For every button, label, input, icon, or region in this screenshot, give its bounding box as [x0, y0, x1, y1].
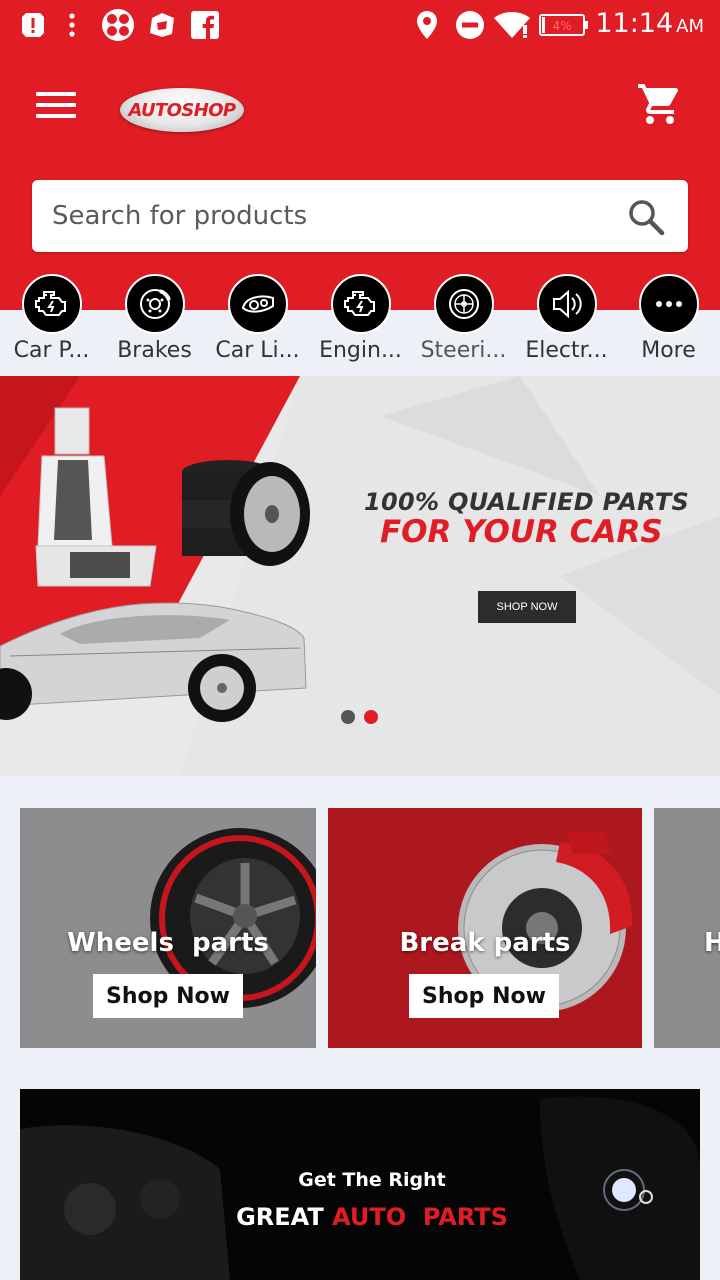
- facebook-icon: [190, 10, 220, 40]
- category-cards-carousel: Wheels parts Shop Now Break parts Shop N…: [0, 808, 720, 1048]
- do-not-disturb-icon: [454, 10, 486, 40]
- status-bar: 4% 11:14 AM: [0, 0, 720, 50]
- engine-icon: [331, 274, 391, 334]
- category-label: Car P...: [13, 338, 90, 363]
- logo-text: AUTOSHOP: [128, 99, 236, 121]
- tires-illustration: [182, 460, 310, 566]
- clock-text: 11:14: [595, 8, 674, 39]
- banner-headline-line1: 100% QUALIFIED PARTS: [364, 488, 690, 516]
- category-electrical[interactable]: Electr...: [515, 274, 618, 374]
- banner-artwork: [0, 376, 720, 776]
- category-car-parts[interactable]: Car P...: [0, 274, 103, 374]
- bag-app-icon: [146, 10, 178, 40]
- brake-disc-icon: [125, 274, 185, 334]
- card-title: H: [704, 928, 720, 958]
- headlight-icon: [228, 274, 288, 334]
- promo-banner[interactable]: Get The Right GREAT AUTO PARTS: [20, 1089, 700, 1280]
- hero-banner[interactable]: 100% QUALIFIED PARTS FOR YOUR CARS SHOP …: [0, 376, 720, 776]
- clover-app-icon: [100, 9, 136, 41]
- card-partial[interactable]: H: [654, 808, 720, 1048]
- card-shop-now-button[interactable]: Shop Now: [93, 974, 243, 1018]
- alert-icon: [20, 10, 46, 40]
- category-label: Engin...: [319, 338, 402, 363]
- wifi-icon: [492, 10, 532, 40]
- search-input[interactable]: [52, 192, 612, 240]
- battery-level: 4%: [552, 19, 571, 33]
- autoshop-logo: AUTOSHOP: [120, 88, 244, 132]
- category-label: Electr...: [525, 338, 608, 363]
- card-break-parts[interactable]: Break parts Shop Now: [328, 808, 642, 1048]
- promo-subtitle: Get The Right: [298, 1169, 446, 1191]
- location-icon: [414, 10, 440, 40]
- card-wheels-parts[interactable]: Wheels parts Shop Now: [20, 808, 316, 1048]
- search-icon[interactable]: [626, 197, 666, 237]
- carousel-dot-1[interactable]: [341, 710, 355, 724]
- card-title: Break parts: [399, 928, 571, 958]
- promo-title: GREAT AUTO PARTS: [20, 1203, 700, 1231]
- engine-icon: [22, 274, 82, 334]
- category-label: More: [641, 338, 696, 363]
- shopping-cart-icon[interactable]: [636, 80, 686, 128]
- clock-ampm: AM: [676, 16, 704, 37]
- category-car-lights[interactable]: Car Li...: [206, 274, 309, 374]
- more-vert-icon: [62, 10, 82, 40]
- banner-headline-line2: FOR YOUR CARS: [380, 514, 663, 550]
- card-title: Wheels parts: [67, 928, 269, 958]
- promo-title-red: AUTO PARTS: [332, 1203, 508, 1231]
- more-dots-icon: [639, 274, 699, 334]
- battery-icon: 4%: [538, 10, 590, 40]
- carousel-dot-2-active[interactable]: [364, 710, 378, 724]
- banner-shop-now-button[interactable]: SHOP NOW: [478, 591, 576, 623]
- category-label: Car Li...: [215, 338, 300, 363]
- category-brakes[interactable]: Brakes: [103, 274, 206, 374]
- category-label: Steeri...: [420, 338, 507, 363]
- wheel-icon: [434, 274, 494, 334]
- search-bar: [32, 180, 688, 252]
- category-more[interactable]: More: [617, 274, 720, 374]
- status-time: 11:14 AM: [595, 8, 704, 39]
- hamburger-menu-icon[interactable]: [34, 88, 78, 122]
- speaker-icon: [537, 274, 597, 334]
- category-engine[interactable]: Engin...: [309, 274, 412, 374]
- promo-title-white: GREAT: [236, 1203, 324, 1231]
- category-label: Brakes: [117, 338, 192, 363]
- category-steering[interactable]: Steeri...: [412, 274, 515, 374]
- card-shop-now-button[interactable]: Shop Now: [409, 974, 559, 1018]
